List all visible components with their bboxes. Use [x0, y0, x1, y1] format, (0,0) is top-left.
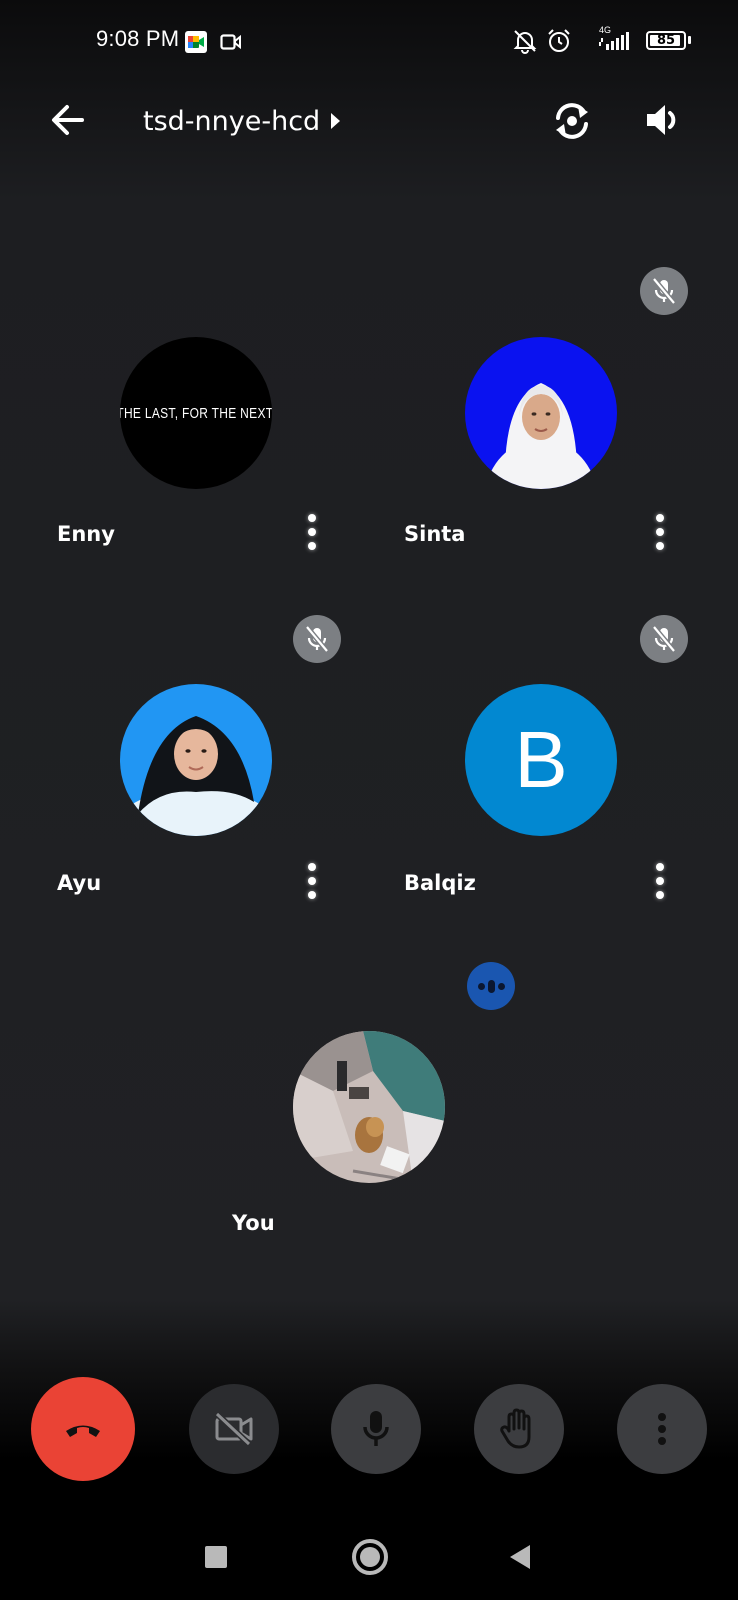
self-video-preview [293, 1031, 445, 1183]
raise-hand-button[interactable] [474, 1384, 564, 1474]
google-meet-icon [185, 31, 207, 53]
home-button[interactable] [352, 1539, 388, 1575]
status-time: 9:08 PM [96, 26, 180, 51]
microphone-toggle-button[interactable] [331, 1384, 421, 1474]
video-camera-icon [220, 34, 241, 50]
more-options-sinta[interactable] [650, 512, 670, 552]
speaker-icon[interactable] [643, 100, 685, 140]
more-options-enny[interactable] [302, 512, 322, 552]
camera-off-icon [214, 1411, 253, 1447]
participant-avatar-enny: THE LAST, FOR THE NEXT. [120, 337, 272, 489]
participant-name-sinta: Sinta [404, 522, 466, 546]
alarm-icon [548, 29, 570, 52]
participant-avatar-balqiz: B [465, 684, 617, 836]
participant-avatar-ayu [120, 684, 272, 836]
signal-icon [599, 32, 629, 50]
battery-nub [688, 36, 691, 44]
end-call-icon [66, 1425, 100, 1437]
speaking-indicator-icon [467, 962, 515, 1010]
meeting-code[interactable]: tsd-nnye-hcd [143, 106, 320, 137]
microphone-icon [363, 1411, 389, 1446]
more-vert-icon [658, 1413, 666, 1445]
mic-off-icon [293, 615, 341, 663]
camera-switch-icon[interactable] [550, 100, 594, 142]
participant-avatar-sinta [465, 337, 617, 489]
bell-off-icon [513, 30, 537, 54]
more-options-balqiz[interactable] [650, 861, 670, 901]
mic-off-icon [640, 267, 688, 315]
hand-icon [500, 1408, 531, 1449]
participant-name-balqiz: Balqiz [404, 871, 476, 895]
self-name: You [232, 1211, 275, 1235]
more-options-ayu[interactable] [302, 861, 322, 901]
mic-off-icon [640, 615, 688, 663]
avatar-initial: B [514, 715, 568, 804]
battery-icon: 85 [646, 31, 686, 50]
recents-button[interactable] [205, 1546, 227, 1568]
more-options-button[interactable] [617, 1384, 707, 1474]
end-call-button[interactable] [31, 1377, 135, 1481]
participant-name-ayu: Ayu [57, 871, 102, 895]
arrow-left-icon[interactable] [50, 103, 86, 137]
battery-level: 85 [656, 33, 676, 48]
caret-right-icon[interactable] [329, 110, 341, 132]
avatar-text: THE LAST, FOR THE NEXT. [120, 404, 272, 422]
participant-name-enny: Enny [57, 522, 115, 546]
back-nav-icon[interactable] [508, 1543, 532, 1571]
camera-toggle-button[interactable] [189, 1384, 279, 1474]
